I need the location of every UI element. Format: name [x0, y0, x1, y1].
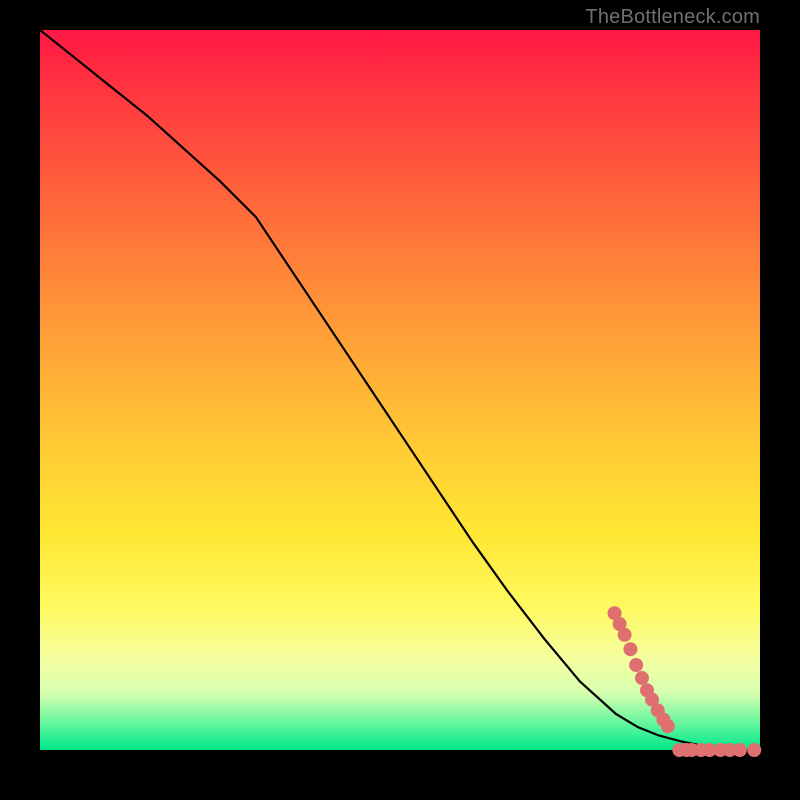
marker-group [608, 606, 762, 757]
chart-frame: TheBottleneck.com [0, 0, 800, 800]
watermark-text: TheBottleneck.com [585, 6, 760, 29]
data-marker [623, 642, 637, 656]
data-marker [629, 658, 643, 672]
data-marker [618, 628, 632, 642]
data-marker [733, 743, 747, 757]
data-marker [635, 671, 649, 685]
curve-line [40, 30, 760, 750]
chart-overlay [40, 30, 760, 750]
data-marker [661, 719, 675, 733]
data-marker [747, 743, 761, 757]
